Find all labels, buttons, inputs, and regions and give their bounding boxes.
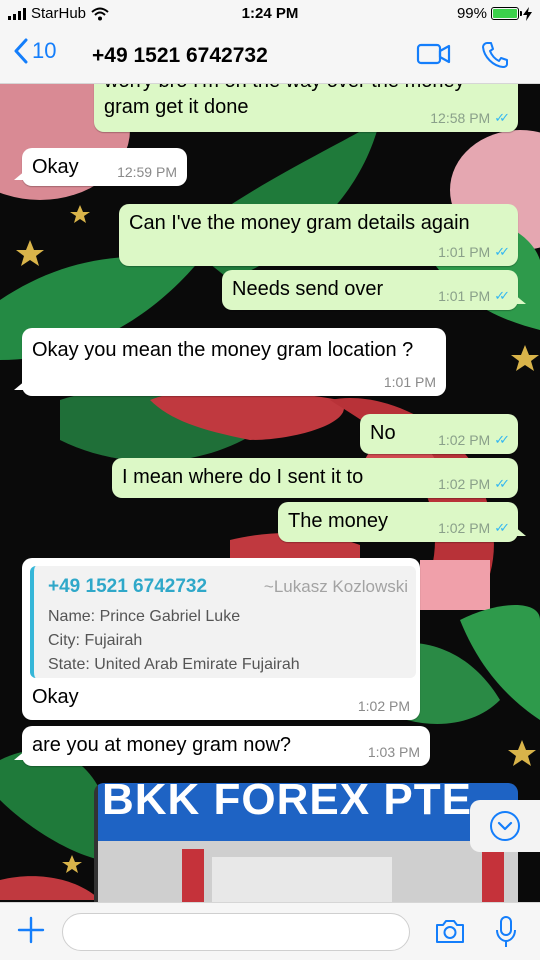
read-receipt-icon: ✓✓ xyxy=(494,520,510,535)
quoted-line: City: Fujairah xyxy=(48,632,143,649)
message-incoming[interactable]: Okay you mean the money gram location ? … xyxy=(14,328,446,396)
photo-sign-text: BKK FOREX PTE xyxy=(102,783,472,824)
message-outgoing[interactable]: The money 1:02 PM ✓✓ xyxy=(278,502,526,542)
phone-call-icon[interactable] xyxy=(480,40,510,70)
read-receipt-icon: ✓✓ xyxy=(494,432,510,447)
status-bar: StarHub 1:24 PM 99% xyxy=(0,0,540,30)
quoted-sender-name: ~Lukasz Kozlowski xyxy=(263,577,408,596)
message-text: Needs send over xyxy=(232,278,384,300)
read-receipt-icon: ✓✓ xyxy=(494,476,510,491)
quoted-message[interactable]: +49 1521 6742732 ~Lukasz Kozlowski Name:… xyxy=(30,566,416,678)
add-attachment-icon[interactable] xyxy=(16,915,46,945)
message-meta: 1:02 PM ✓✓ xyxy=(438,476,510,492)
read-receipt-icon: ✓✓ xyxy=(494,110,510,125)
contact-title[interactable]: +49 1521 6742732 xyxy=(92,44,268,68)
message-outgoing[interactable]: No 1:02 PM ✓✓ xyxy=(360,414,518,454)
message-meta: 1:02 PM xyxy=(357,698,410,714)
message-meta: 1:02 PM ✓✓ xyxy=(438,520,510,536)
message-outgoing[interactable]: I mean where do I sent it to 1:02 PM ✓✓ xyxy=(112,458,518,498)
read-receipt-icon: ✓✓ xyxy=(494,288,510,303)
back-button[interactable]: 10 xyxy=(14,38,56,64)
message-meta: 1:03 PM xyxy=(367,744,420,760)
message-incoming[interactable]: Okay 12:59 PM xyxy=(14,148,187,186)
message-meta: 1:01 PM ✓✓ xyxy=(438,288,510,304)
message-meta: 12:59 PM xyxy=(117,164,177,180)
message-incoming[interactable]: are you at money gram now? 1:03 PM xyxy=(14,726,430,766)
chevron-left-icon xyxy=(14,38,28,64)
camera-icon[interactable] xyxy=(434,917,466,945)
microphone-icon[interactable] xyxy=(494,915,518,949)
message-outgoing[interactable]: Can I've the money gram details again 1:… xyxy=(119,204,518,266)
battery-percent: 99% xyxy=(456,5,487,22)
unread-count: 10 xyxy=(32,38,57,63)
battery-icon xyxy=(491,7,522,20)
quoted-line: State: United Arab Emirate Fujairah xyxy=(48,656,300,673)
top-bar: StarHub 1:24 PM 99% 10 +49 1521 6742732 xyxy=(0,0,540,84)
message-text: Can I've the money gram details again xyxy=(129,212,470,234)
quoted-sender-number: +49 1521 6742732 xyxy=(48,576,208,597)
message-meta: 12:58 PM ✓✓ xyxy=(430,110,510,126)
quoted-line: Name: Prince Gabriel Luke xyxy=(48,608,241,625)
message-incoming-reply[interactable]: +49 1521 6742732 ~Lukasz Kozlowski Name:… xyxy=(22,558,420,720)
message-meta: 1:02 PM ✓✓ xyxy=(438,432,510,448)
video-call-icon[interactable] xyxy=(416,40,452,68)
message-input[interactable] xyxy=(62,913,410,951)
image-message[interactable]: BKK FOREX PTE xyxy=(94,783,518,913)
charging-bolt-icon xyxy=(523,6,532,21)
message-outgoing[interactable]: Needs send over 1:01 PM ✓✓ xyxy=(222,270,526,310)
message-meta: 1:01 PM ✓✓ xyxy=(438,244,510,260)
message-text: are you at money gram now? xyxy=(32,734,292,756)
message-text: Okay you mean the money gram location ? xyxy=(32,339,414,361)
message-text: Okay xyxy=(32,156,79,178)
message-text: No xyxy=(370,422,396,444)
message-text: Okay xyxy=(32,686,79,708)
composer-bar xyxy=(0,902,540,960)
message-text: The money xyxy=(288,510,389,532)
read-receipt-icon: ✓✓ xyxy=(494,244,510,259)
chevron-down-circle-icon xyxy=(490,811,520,841)
scroll-to-bottom-button[interactable] xyxy=(470,800,540,852)
chat-header: 10 +49 1521 6742732 xyxy=(0,30,540,84)
message-meta: 1:01 PM xyxy=(383,374,436,390)
message-text: I mean where do I sent it to xyxy=(122,466,364,488)
